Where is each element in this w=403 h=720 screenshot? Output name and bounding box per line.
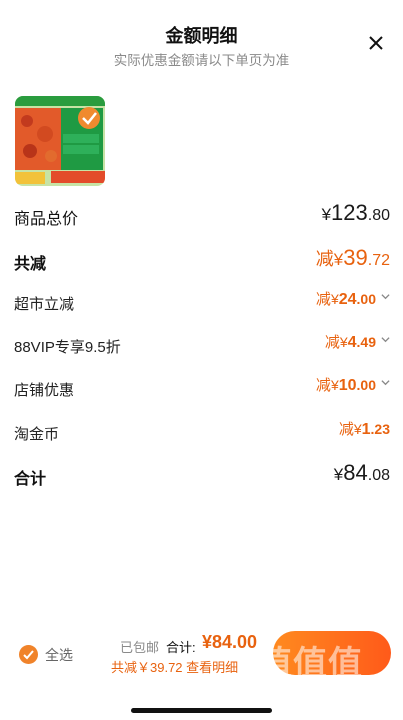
footer-total-value: ¥84.00	[202, 632, 258, 652]
row-store-discount[interactable]: 店铺优惠 减 ¥ 10 .00	[14, 374, 390, 404]
chevron-down-icon[interactable]	[381, 335, 390, 344]
subtotal-value: ¥ 123 .80	[321, 200, 390, 225]
chevron-down-icon[interactable]	[381, 292, 390, 301]
discount-total-label: 共减	[14, 256, 47, 273]
view-details-link[interactable]: 共减￥39.72 查看明细	[111, 657, 238, 676]
watermark-url: zhizhizhi.com	[259, 686, 357, 703]
supermarket-label: 超市立减	[14, 296, 75, 313]
row-discount-total: 共减 减 ¥ 39 .72	[14, 245, 390, 275]
sheet-title: 金额明细	[165, 26, 238, 46]
sheet-subtitle: 实际优惠金额请以下单页为准	[113, 53, 290, 68]
supermarket-value: 减 ¥ 24 .00	[316, 288, 390, 318]
row-subtotal: 商品总价 ¥ 123 .80	[14, 200, 390, 230]
store-value: 减 ¥ 10 .00	[316, 374, 390, 404]
total-label: 合计	[14, 471, 47, 488]
taojinbi-value: 减 ¥ 1 .23	[338, 421, 390, 438]
row-supermarket-discount[interactable]: 超市立减 减 ¥ 24 .00	[14, 288, 390, 318]
store-label: 店铺优惠	[14, 382, 75, 399]
row-total: 合计 ¥ 84 .08	[14, 460, 390, 490]
select-all-checkbox[interactable]	[19, 645, 38, 664]
row-vip-discount[interactable]: 88VIP专享9.5折 减 ¥ 4 .49	[14, 331, 390, 361]
vip-label: 88VIP专享9.5折	[14, 339, 121, 356]
check-icon	[23, 650, 34, 660]
product-thumbnail[interactable]	[15, 96, 105, 186]
close-icon[interactable]	[367, 34, 385, 52]
taojinbi-label: 淘金币	[14, 426, 60, 443]
watermark-text: 值值值	[258, 645, 363, 683]
vip-value: 减 ¥ 4 .49	[325, 331, 390, 361]
chevron-down-icon[interactable]	[381, 378, 390, 387]
sheet-header: 金额明细 实际优惠金额请以下单页为准	[0, 0, 403, 80]
row-taojinbi: 淘金币 减 ¥ 1 .23	[14, 418, 390, 448]
select-all-label[interactable]: 全选	[45, 645, 73, 665]
total-value: ¥ 84 .08	[333, 460, 390, 485]
discount-total-value: 减 ¥ 39 .72	[315, 245, 390, 270]
footer-total-label: 合计:	[166, 640, 196, 655]
subtotal-label: 商品总价	[14, 211, 79, 228]
free-shipping-label: 已包邮	[120, 640, 160, 655]
home-indicator	[131, 708, 272, 713]
